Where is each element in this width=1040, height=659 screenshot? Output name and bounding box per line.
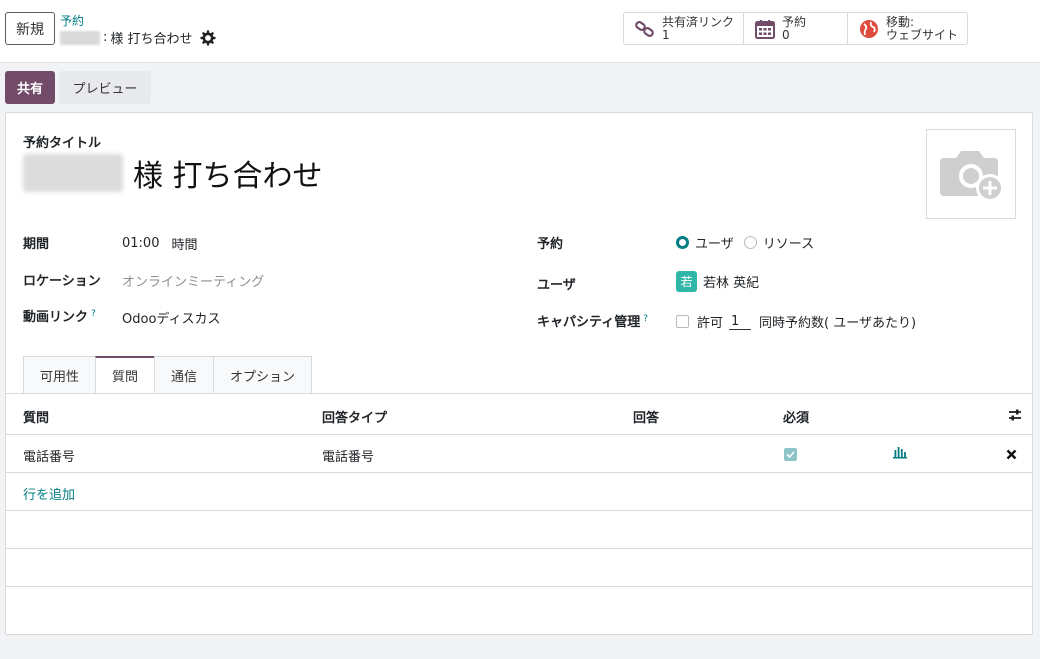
- add-line-link[interactable]: 行を追加: [23, 484, 75, 503]
- capacity-suffix: 同時予約数( ユーザあたり): [759, 316, 917, 331]
- video-link-label: 動画リンク?: [23, 306, 96, 325]
- shared-links-smart-button[interactable]: 共有済リンク 1: [623, 12, 744, 45]
- video-link-label-text: 動画リンク: [23, 310, 89, 325]
- go-to-website-smart-button[interactable]: 移動: ウェブサイト: [847, 12, 968, 45]
- image-upload[interactable]: [926, 129, 1016, 219]
- column-question[interactable]: 質問: [23, 407, 49, 426]
- users-label: ユーザ: [537, 278, 576, 293]
- table-header: 質問 回答タイプ 回答 必須: [6, 394, 1032, 435]
- preview-button[interactable]: プレビュー: [59, 71, 151, 104]
- bookings-label: 予約: [782, 14, 807, 29]
- control-panel: 新規 予約 : 様 打ち合わせ 共有済リンク 1 予約 0 移動: ウェブサイト: [0, 0, 1040, 63]
- duration-field[interactable]: 01:00 時間: [122, 234, 197, 253]
- title-input[interactable]: 様 打ち合わせ: [133, 151, 323, 195]
- bar-chart-icon[interactable]: [892, 446, 908, 459]
- tab-communication[interactable]: 通信: [154, 356, 214, 394]
- required-checkbox[interactable]: [784, 448, 797, 461]
- capacity-label: キャパシティ管理?: [537, 311, 648, 330]
- check-icon: [786, 451, 795, 459]
- booking-type-radio-group: ユーザ リソース: [676, 233, 814, 252]
- bookings-count: 0: [782, 27, 790, 42]
- help-tooltip-icon[interactable]: ?: [643, 314, 648, 324]
- notebook-tabs: 可用性 質問 通信 オプション: [23, 356, 313, 394]
- duration-unit: 時間: [171, 238, 198, 253]
- go-to-target: ウェブサイト: [886, 27, 959, 42]
- help-tooltip-icon[interactable]: ?: [91, 309, 96, 319]
- empty-row: [6, 549, 1032, 587]
- delete-row-icon[interactable]: [1006, 449, 1017, 460]
- radio-user[interactable]: [676, 236, 689, 249]
- title-label: 予約タイトル: [23, 136, 102, 151]
- go-to-label: 移動:: [886, 14, 915, 29]
- video-link-select[interactable]: Odooディスカス: [122, 308, 220, 327]
- breadcrumb-current-label: 様 打ち合わせ: [110, 32, 193, 47]
- new-button[interactable]: 新規: [5, 12, 55, 45]
- empty-row: [6, 511, 1032, 549]
- location-label: ロケーション: [23, 274, 101, 289]
- capacity-allow-label: 許可: [697, 316, 724, 331]
- capacity-field: 許可 1 同時予約数( ユーザあたり): [676, 312, 916, 331]
- capacity-allow-checkbox[interactable]: [676, 315, 689, 328]
- gear-icon[interactable]: [199, 29, 216, 46]
- table-row[interactable]: 電話番号 電話番号: [6, 435, 1032, 473]
- column-answer-type[interactable]: 回答タイプ: [322, 407, 387, 426]
- cell-question[interactable]: 電話番号: [23, 446, 75, 465]
- location-input[interactable]: オンラインミーティング: [122, 271, 264, 290]
- cell-answer-type[interactable]: 電話番号: [322, 446, 374, 465]
- tab-questions[interactable]: 質問: [95, 356, 155, 394]
- form-sheet: 予約タイトル 様 打ち合わせ 期間 01:00 時間 ロケーション オンラインミ…: [5, 112, 1033, 635]
- redacted-name: [60, 30, 100, 45]
- breadcrumb-separator: :: [103, 30, 108, 45]
- breadcrumb-current: : 様 打ち合わせ: [60, 28, 216, 47]
- calendar-icon: [755, 19, 775, 39]
- capacity-number-input[interactable]: 1: [729, 314, 752, 330]
- radio-resource-label[interactable]: リソース: [763, 233, 814, 252]
- duration-label: 期間: [23, 237, 50, 252]
- column-answer[interactable]: 回答: [633, 407, 659, 426]
- user-name[interactable]: 若林 英紀: [703, 272, 759, 291]
- duration-input[interactable]: 01:00: [122, 236, 159, 251]
- breadcrumb-parent[interactable]: 予約: [60, 12, 84, 29]
- globe-icon: [860, 19, 878, 38]
- capacity-label-text: キャパシティ管理: [537, 315, 641, 330]
- link-icon: [635, 20, 654, 37]
- column-settings-icon[interactable]: [1008, 408, 1022, 422]
- shared-links-label: 共有済リンク: [662, 14, 735, 29]
- tab-options[interactable]: オプション: [213, 356, 313, 394]
- shared-links-count: 1: [662, 27, 670, 42]
- camera-plus-icon: [940, 151, 1004, 202]
- bookings-smart-button[interactable]: 予約 0: [743, 12, 848, 45]
- add-line-row: 行を追加: [6, 473, 1032, 511]
- share-button[interactable]: 共有: [5, 71, 55, 104]
- avatar: 若: [676, 271, 697, 292]
- radio-user-label[interactable]: ユーザ: [695, 233, 734, 252]
- booking-type-label: 予約: [537, 237, 564, 252]
- tab-availability[interactable]: 可用性: [23, 356, 96, 394]
- user-tag[interactable]: 若 若林 英紀: [676, 271, 759, 292]
- radio-resource[interactable]: [743, 236, 757, 249]
- column-required[interactable]: 必須: [783, 407, 809, 426]
- redacted-title-name: [23, 154, 123, 192]
- title-field[interactable]: 様 打ち合わせ: [23, 151, 323, 195]
